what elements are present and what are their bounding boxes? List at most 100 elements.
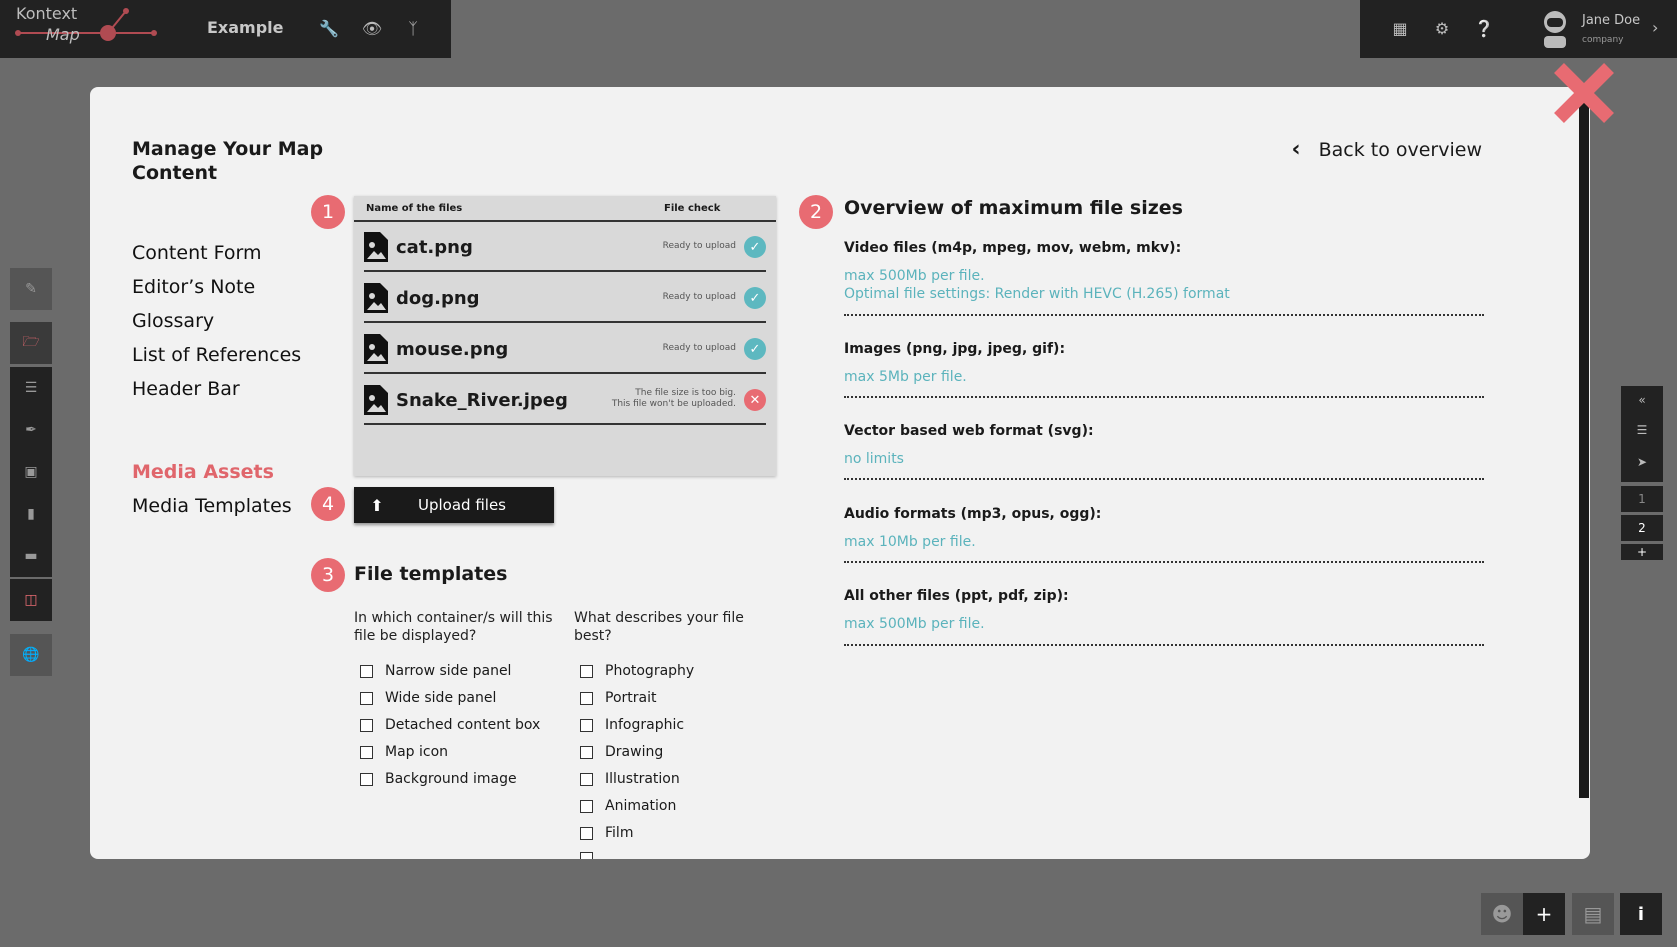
modal-scrollbar[interactable] (1579, 87, 1589, 798)
right-tool-strip: « ☰ ➤ (1621, 386, 1663, 482)
nav-media-assets[interactable]: Media Assets (132, 461, 274, 483)
nav-glossary[interactable]: Glossary (132, 310, 214, 332)
checkbox[interactable] (580, 852, 593, 859)
panel-tool-icon[interactable]: ▬ (10, 535, 52, 577)
pen-tool-icon[interactable]: ✒ (10, 409, 52, 451)
checkbox-animation[interactable]: Animation (580, 798, 676, 814)
container-question: In which container/s will this file be d… (354, 610, 553, 644)
limit-value: Optimal file settings: Render with HEVC … (844, 286, 1230, 302)
limit-heading: Vector based web format (svg): (844, 423, 1094, 439)
checkbox-map-icon[interactable]: Map icon (360, 744, 448, 760)
layers-icon[interactable]: ☰ (1621, 414, 1663, 446)
wrench-icon[interactable]: 🔧 (318, 18, 340, 40)
upload-files-button[interactable]: ⬆ Upload files (354, 487, 554, 523)
brush-tool-icon[interactable]: ✎ (10, 268, 52, 310)
user-company: company (1582, 35, 1624, 45)
file-row: mouse.png Ready to upload ✓ (364, 324, 766, 374)
limit-value: max 500Mb per file. (844, 268, 985, 284)
checkbox[interactable] (580, 691, 593, 705)
checkbox-film[interactable]: Film (580, 825, 633, 841)
nav-content-form[interactable]: Content Form (132, 242, 261, 264)
checkbox[interactable] (580, 799, 593, 813)
close-icon[interactable] (1551, 60, 1617, 126)
eye-icon[interactable]: 👁 (361, 18, 383, 40)
chevron-right-icon[interactable]: › (1652, 18, 1658, 37)
checkbox-portrait[interactable]: Portrait (580, 690, 656, 706)
nav-editors-note[interactable]: Editor’s Note (132, 276, 255, 298)
checkbox[interactable] (580, 664, 593, 678)
limit-value: max 500Mb per file. (844, 616, 985, 632)
nav-media-templates[interactable]: Media Templates (132, 495, 292, 517)
checkbox[interactable] (580, 745, 593, 759)
checkbox-infographic[interactable]: Infographic (580, 717, 684, 733)
add-page-button[interactable]: + (1621, 544, 1663, 560)
file-row: Snake_River.jpeg The file size is too bi… (364, 375, 766, 425)
limit-value: max 10Mb per file. (844, 534, 976, 550)
error-icon: ✕ (744, 389, 766, 411)
nav-list-of-references[interactable]: List of References (132, 344, 301, 366)
check-icon: ✓ (744, 338, 766, 360)
checkbox-drawing[interactable]: Drawing (580, 744, 663, 760)
avatar-icon[interactable] (1540, 10, 1570, 48)
project-name[interactable]: Example (207, 18, 284, 37)
back-to-overview-link[interactable]: ‹ Back to overview (1292, 137, 1482, 162)
back-label: Back to overview (1318, 138, 1482, 161)
file-row: cat.png Ready to upload ✓ (364, 222, 766, 272)
branch-icon[interactable]: ᛉ (402, 18, 424, 40)
image-file-icon (364, 385, 388, 415)
checkbox[interactable] (580, 772, 593, 786)
divider (844, 561, 1484, 563)
checkbox-background-image[interactable]: Background image (360, 771, 517, 787)
gear-icon[interactable]: ⚙ (1431, 18, 1453, 40)
checkbox-photography[interactable]: Photography (580, 663, 694, 679)
help-icon[interactable]: ❔ (1473, 18, 1495, 40)
col-name-header: Name of the files (366, 203, 463, 214)
checkbox[interactable] (360, 664, 373, 678)
add-button[interactable]: + (1523, 893, 1565, 935)
media-tool-icon[interactable]: ◫ (10, 579, 52, 621)
collapse-icon[interactable]: « (1621, 386, 1663, 414)
checkbox-label: Infographic (605, 717, 685, 733)
user-name[interactable]: Jane Doe (1582, 13, 1640, 28)
book-tool-icon[interactable]: ▣ (10, 451, 52, 493)
list-tool-icon[interactable]: ☰ (10, 367, 52, 409)
divider (844, 396, 1484, 398)
step-badge-4: 4 (311, 487, 345, 521)
info-icon[interactable]: i (1620, 893, 1662, 935)
checkbox-illustration[interactable]: Illustration (580, 771, 680, 787)
checkbox-label: Narrow side panel (385, 663, 512, 679)
step-badge-1: 1 (311, 195, 345, 229)
checkbox[interactable] (360, 745, 373, 759)
file-name: Snake_River.jpeg (396, 390, 568, 411)
checkbox[interactable] (580, 718, 593, 732)
checkbox-label: Detached content box (385, 717, 541, 733)
nav-header-bar[interactable]: Header Bar (132, 378, 240, 400)
clipboard-icon[interactable]: ▤ (1572, 893, 1614, 935)
grid-icon[interactable]: ▦ (1389, 18, 1411, 40)
divider (844, 478, 1484, 480)
image-file-icon (364, 283, 388, 313)
file-status: Ready to upload (662, 292, 736, 302)
top-bar-left: Kontext Map Example 🔧 👁 ᛉ (0, 0, 451, 58)
folder-tool-icon[interactable]: 🗁 (10, 322, 52, 364)
checkbox[interactable] (360, 772, 373, 786)
checkbox-detached-content-box[interactable]: Detached content box (360, 717, 540, 733)
checkbox-cut-off[interactable] (580, 852, 593, 859)
bookmark-tool-icon[interactable]: ▮ (10, 493, 52, 535)
globe-tool-icon[interactable]: 🌐 (10, 634, 52, 676)
checkbox-label: Illustration (605, 771, 680, 787)
page-2-button[interactable]: 2 (1621, 515, 1663, 541)
file-name: cat.png (396, 237, 473, 258)
checkbox-label: Photography (605, 663, 695, 679)
checkbox[interactable] (360, 718, 373, 732)
checkbox-narrow-side-panel[interactable]: Narrow side panel (360, 663, 511, 679)
checkbox-wide-side-panel[interactable]: Wide side panel (360, 690, 496, 706)
checkbox[interactable] (580, 826, 593, 840)
checkbox[interactable] (360, 691, 373, 705)
page-1-button[interactable]: 1 (1621, 486, 1663, 512)
logo-text-top: Kontext (16, 4, 78, 23)
chevron-left-icon: ‹ (1291, 137, 1301, 162)
users-icon[interactable]: ☻ (1481, 893, 1523, 935)
modal-title: Manage Your Map Content (132, 138, 324, 184)
navigate-icon[interactable]: ➤ (1621, 446, 1663, 478)
